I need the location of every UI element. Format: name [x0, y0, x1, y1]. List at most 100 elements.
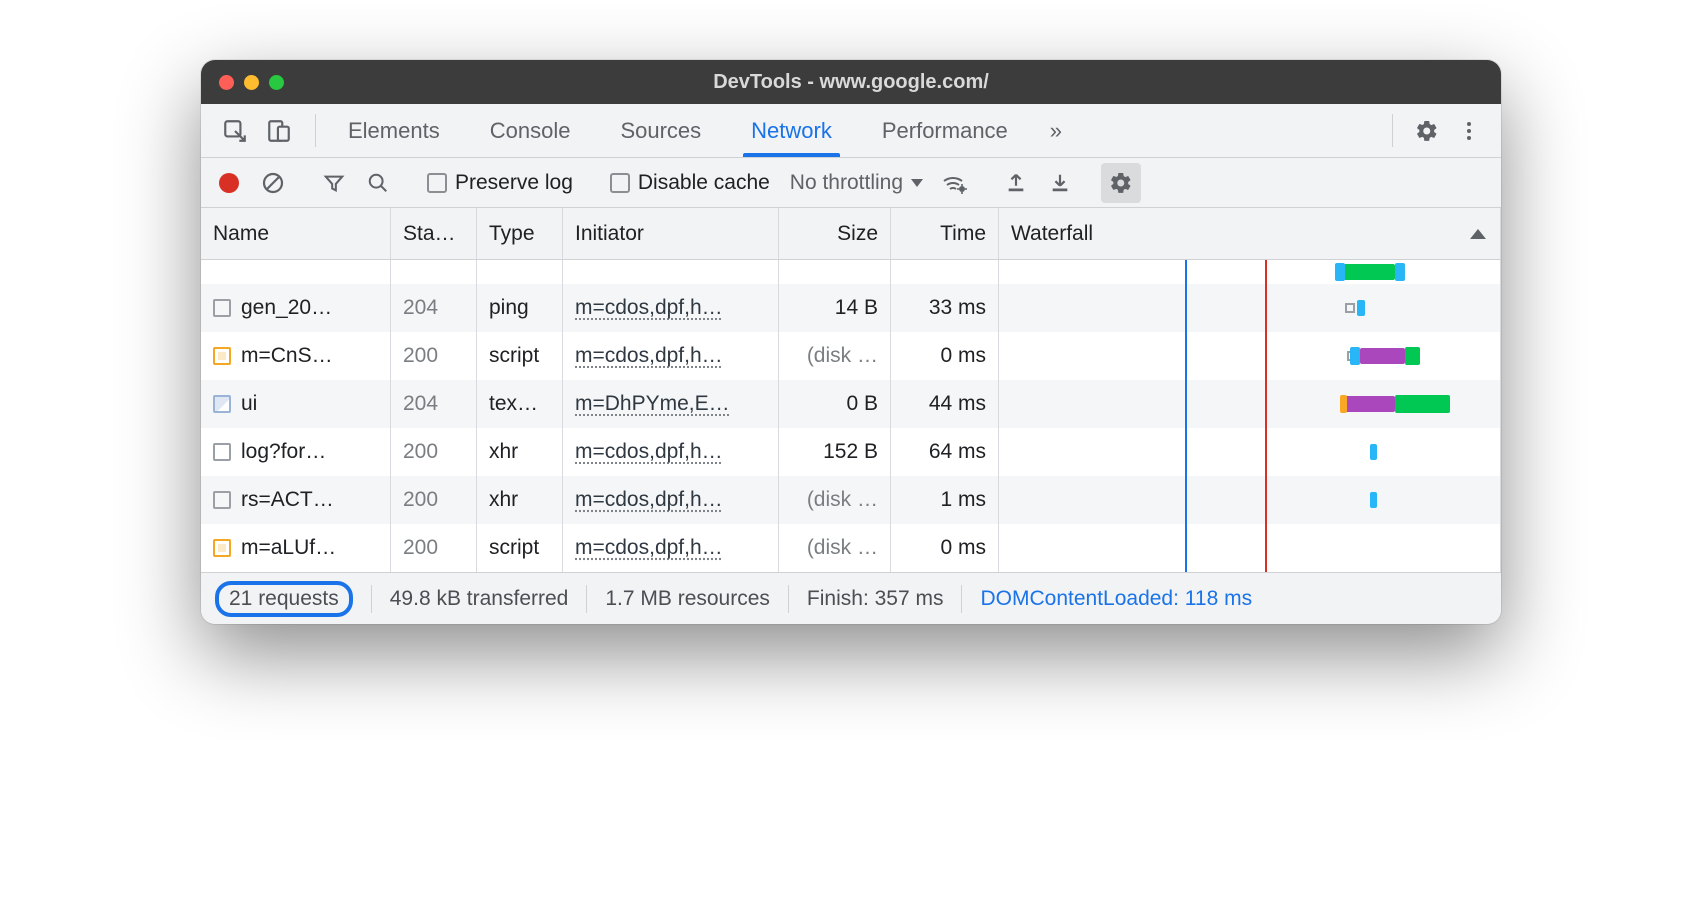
device-toolbar-icon[interactable]	[259, 111, 299, 151]
request-type: ping	[477, 284, 563, 332]
request-size: 14 B	[779, 284, 891, 332]
image-icon	[213, 395, 231, 413]
script-icon	[213, 539, 231, 557]
window-controls	[201, 75, 284, 90]
request-type: script	[477, 332, 563, 380]
table-row[interactable]: gen_20… 204 ping m=cdos,dpf,h… 14 B 33 m…	[201, 284, 1501, 332]
col-size[interactable]: Size	[779, 208, 891, 259]
request-initiator[interactable]: m=cdos,dpf,h…	[575, 440, 723, 464]
waterfall-bar	[1345, 396, 1395, 412]
request-initiator[interactable]: m=cdos,dpf,h…	[575, 536, 723, 560]
waterfall-timeline-row	[201, 260, 1501, 284]
table-row[interactable]: m=CnS… 200 script m=cdos,dpf,h… (disk … …	[201, 332, 1501, 380]
request-name: m=aLUf…	[241, 536, 336, 560]
script-icon	[213, 347, 231, 365]
waterfall-bar	[1370, 492, 1378, 508]
import-har-icon[interactable]	[996, 163, 1036, 203]
tab-sources[interactable]: Sources	[598, 104, 723, 157]
request-initiator[interactable]: m=cdos,dpf,h…	[575, 488, 723, 512]
table-row[interactable]: m=aLUf… 200 script m=cdos,dpf,h… (disk ……	[201, 524, 1501, 572]
devtools-window: DevTools - www.google.com/ Elements Cons…	[201, 60, 1501, 624]
request-initiator[interactable]: m=DhPYme,E…	[575, 392, 730, 416]
col-waterfall-label: Waterfall	[1011, 222, 1093, 246]
col-name[interactable]: Name	[201, 208, 391, 259]
document-icon	[213, 299, 231, 317]
request-size: 0 B	[779, 380, 891, 428]
waterfall-bar	[1340, 264, 1395, 280]
throttling-select[interactable]: No throttling	[782, 171, 931, 195]
request-name: ui	[241, 392, 257, 416]
waterfall-bar	[1360, 348, 1405, 364]
request-type: tex…	[477, 380, 563, 428]
request-status: 200	[391, 524, 477, 572]
search-icon[interactable]	[358, 163, 398, 203]
request-initiator[interactable]: m=cdos,dpf,h…	[575, 296, 723, 320]
domcontentloaded-time: DOMContentLoaded: 118 ms	[980, 587, 1252, 611]
fullscreen-window-button[interactable]	[269, 75, 284, 90]
tab-console[interactable]: Console	[468, 104, 593, 157]
network-conditions-icon[interactable]	[935, 163, 975, 203]
table-row[interactable]: log?for… 200 xhr m=cdos,dpf,h… 152 B 64 …	[201, 428, 1501, 476]
table-row[interactable]: ui 204 tex… m=DhPYme,E… 0 B 44 ms	[201, 380, 1501, 428]
request-size: 152 B	[779, 428, 891, 476]
panel-tabstrip: Elements Console Sources Network Perform…	[201, 104, 1501, 158]
settings-icon[interactable]	[1407, 111, 1447, 151]
filter-icon[interactable]	[314, 163, 354, 203]
resources-size: 1.7 MB resources	[605, 587, 770, 611]
disable-cache-checkbox[interactable]: Disable cache	[602, 171, 778, 195]
request-time: 1 ms	[891, 476, 999, 524]
tab-elements[interactable]: Elements	[326, 104, 462, 157]
network-table: gen_20… 204 ping m=cdos,dpf,h… 14 B 33 m…	[201, 260, 1501, 572]
tab-network[interactable]: Network	[729, 104, 854, 157]
preserve-log-label: Preserve log	[455, 171, 573, 195]
request-status: 200	[391, 476, 477, 524]
request-size: (disk …	[779, 524, 891, 572]
table-row[interactable]: rs=ACT… 200 xhr m=cdos,dpf,h… (disk … 1 …	[201, 476, 1501, 524]
request-size: (disk …	[779, 332, 891, 380]
request-name: m=CnS…	[241, 344, 333, 368]
inspect-element-icon[interactable]	[215, 111, 255, 151]
document-icon	[213, 491, 231, 509]
request-time: 0 ms	[891, 524, 999, 572]
minimize-window-button[interactable]	[244, 75, 259, 90]
kebab-menu-icon[interactable]	[1449, 111, 1489, 151]
tabs-overflow-button[interactable]: »	[1036, 104, 1076, 157]
col-time[interactable]: Time	[891, 208, 999, 259]
request-type: xhr	[477, 428, 563, 476]
request-name: log?for…	[241, 440, 326, 464]
document-icon	[213, 443, 231, 461]
tab-performance[interactable]: Performance	[860, 104, 1030, 157]
col-initiator[interactable]: Initiator	[563, 208, 779, 259]
disable-cache-label: Disable cache	[638, 171, 770, 195]
record-button[interactable]	[209, 163, 249, 203]
request-status: 200	[391, 428, 477, 476]
request-type: script	[477, 524, 563, 572]
network-settings-icon[interactable]	[1101, 163, 1141, 203]
request-initiator[interactable]: m=cdos,dpf,h…	[575, 344, 723, 368]
chevron-down-icon	[911, 179, 923, 187]
col-status[interactable]: Sta…	[391, 208, 477, 259]
waterfall-bar	[1370, 444, 1378, 460]
sort-ascending-icon	[1470, 229, 1486, 239]
request-size: (disk …	[779, 476, 891, 524]
export-har-icon[interactable]	[1040, 163, 1080, 203]
request-status: 200	[391, 332, 477, 380]
close-window-button[interactable]	[219, 75, 234, 90]
request-time: 33 ms	[891, 284, 999, 332]
request-status: 204	[391, 284, 477, 332]
throttling-value: No throttling	[790, 171, 903, 195]
clear-button[interactable]	[253, 163, 293, 203]
panel-tabs: Elements Console Sources Network Perform…	[322, 104, 1386, 157]
transferred-size: 49.8 kB transferred	[390, 587, 569, 611]
request-time: 64 ms	[891, 428, 999, 476]
window-title: DevTools - www.google.com/	[201, 71, 1501, 94]
request-name: rs=ACT…	[241, 488, 334, 512]
preserve-log-checkbox[interactable]: Preserve log	[419, 171, 581, 195]
network-toolbar: Preserve log Disable cache No throttling	[201, 158, 1501, 208]
col-type[interactable]: Type	[477, 208, 563, 259]
col-waterfall[interactable]: Waterfall	[999, 208, 1501, 259]
requests-count: 21 requests	[215, 581, 353, 617]
request-time: 0 ms	[891, 332, 999, 380]
request-time: 44 ms	[891, 380, 999, 428]
waterfall-bar	[1357, 300, 1365, 316]
